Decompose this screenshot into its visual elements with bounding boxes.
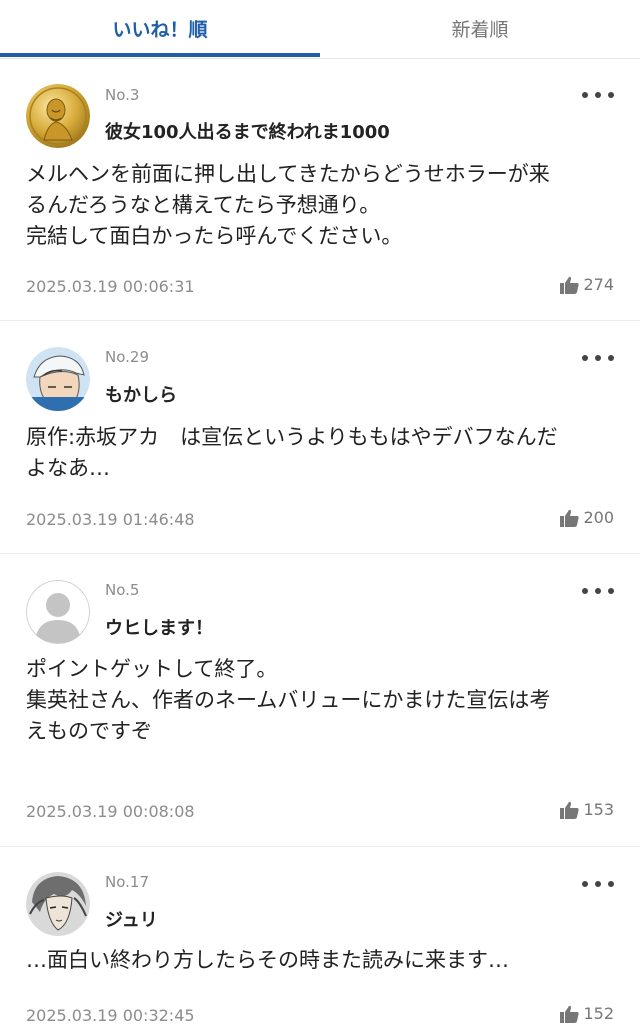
thumbs-up-icon [560,801,580,819]
username[interactable]: ジュリ [105,906,158,932]
like-count: 200 [583,508,614,527]
comment-number: No.29 [105,348,149,366]
more-options-icon[interactable] [582,584,614,598]
comment-item: No.17 ジュリ …面白い終わり方したらその時また読みに来ます… 2025.0… [0,846,640,1025]
baseball-cap-character-avatar-icon [26,347,90,411]
like-button[interactable]: 274 [560,275,614,294]
comment-item: No.3 彼女100人出るまで終われま1000 メルヘンを前面に押し出してきたか… [0,58,640,321]
comment-number: No.5 [105,581,140,599]
active-tab-indicator [0,53,320,57]
comment-line: るんだろうなと構えてたら予想通り。 [26,193,381,217]
comment-item: No.5 ウヒします！ ポイントゲットして終了。 集英社さん、作者のネームバリュ… [0,553,640,847]
comment-line: えものですぞ [26,719,152,743]
comment-text: ポイントゲットして終了。 集英社さん、作者のネームバリューにかまけた宣伝は考 え… [26,654,616,747]
gold-medal-avatar-icon [26,84,90,148]
tab-likes-order[interactable]: いいね！順 [0,0,320,56]
like-button[interactable]: 152 [560,1004,614,1023]
like-count: 152 [583,1004,614,1023]
comment-date: 2025.03.19 01:46:48 [26,510,195,529]
comment-line: よなあ… [26,456,110,480]
thumbs-up-icon [560,276,580,294]
username[interactable]: 彼女100人出るまで終われま1000 [105,118,390,144]
comment-text: メルヘンを前面に押し出してきたからどうせホラーが来 るんだろうなと構えてたら予想… [26,159,616,252]
comment-date: 2025.03.19 00:06:31 [26,277,195,296]
like-count: 274 [583,275,614,294]
comment-text: 原作:赤坂アカ は宣伝というよりももはやデバフなんだ よなあ… [26,422,616,484]
comment-line: 集英社さん、作者のネームバリューにかまけた宣伝は考 [26,688,551,712]
comment-line: 原作:赤坂アカ は宣伝というよりももはやデバフなんだ [26,425,558,449]
username[interactable]: ウヒします！ [105,614,213,640]
more-options-icon[interactable] [582,351,614,365]
tab-newest-order[interactable]: 新着順 [320,0,640,56]
username[interactable]: もかしら [105,381,177,407]
default-user-avatar-icon [26,580,90,644]
more-options-icon[interactable] [582,877,614,891]
thumbs-up-icon [560,1005,580,1023]
like-button[interactable]: 153 [560,800,614,819]
like-count: 153 [583,800,614,819]
comment-date: 2025.03.19 00:08:08 [26,802,195,821]
comment-line: ポイントゲットして終了。 [26,657,278,681]
comment-text: …面白い終わり方したらその時また読みに来ます… [26,945,616,976]
comment-number: No.3 [105,86,140,104]
sort-tabs: いいね！順 新着順 [0,0,640,59]
comment-date: 2025.03.19 00:32:45 [26,1006,195,1025]
avatar[interactable] [26,580,90,644]
comment-line: …面白い終わり方したらその時また読みに来ます… [26,948,509,972]
comment-line: メルヘンを前面に押し出してきたからどうせホラーが来 [26,162,550,186]
comment-item: No.29 もかしら 原作:赤坂アカ は宣伝というよりももはやデバフなんだ よな… [0,320,640,554]
comment-line: 完結して面白かったら呼んでください。 [26,224,403,248]
avatar[interactable] [26,347,90,411]
comment-number: No.17 [105,873,149,891]
like-button[interactable]: 200 [560,508,614,527]
manga-character-avatar-icon [26,872,90,936]
avatar[interactable] [26,84,90,148]
avatar[interactable] [26,872,90,936]
more-options-icon[interactable] [582,88,614,102]
thumbs-up-icon [560,509,580,527]
